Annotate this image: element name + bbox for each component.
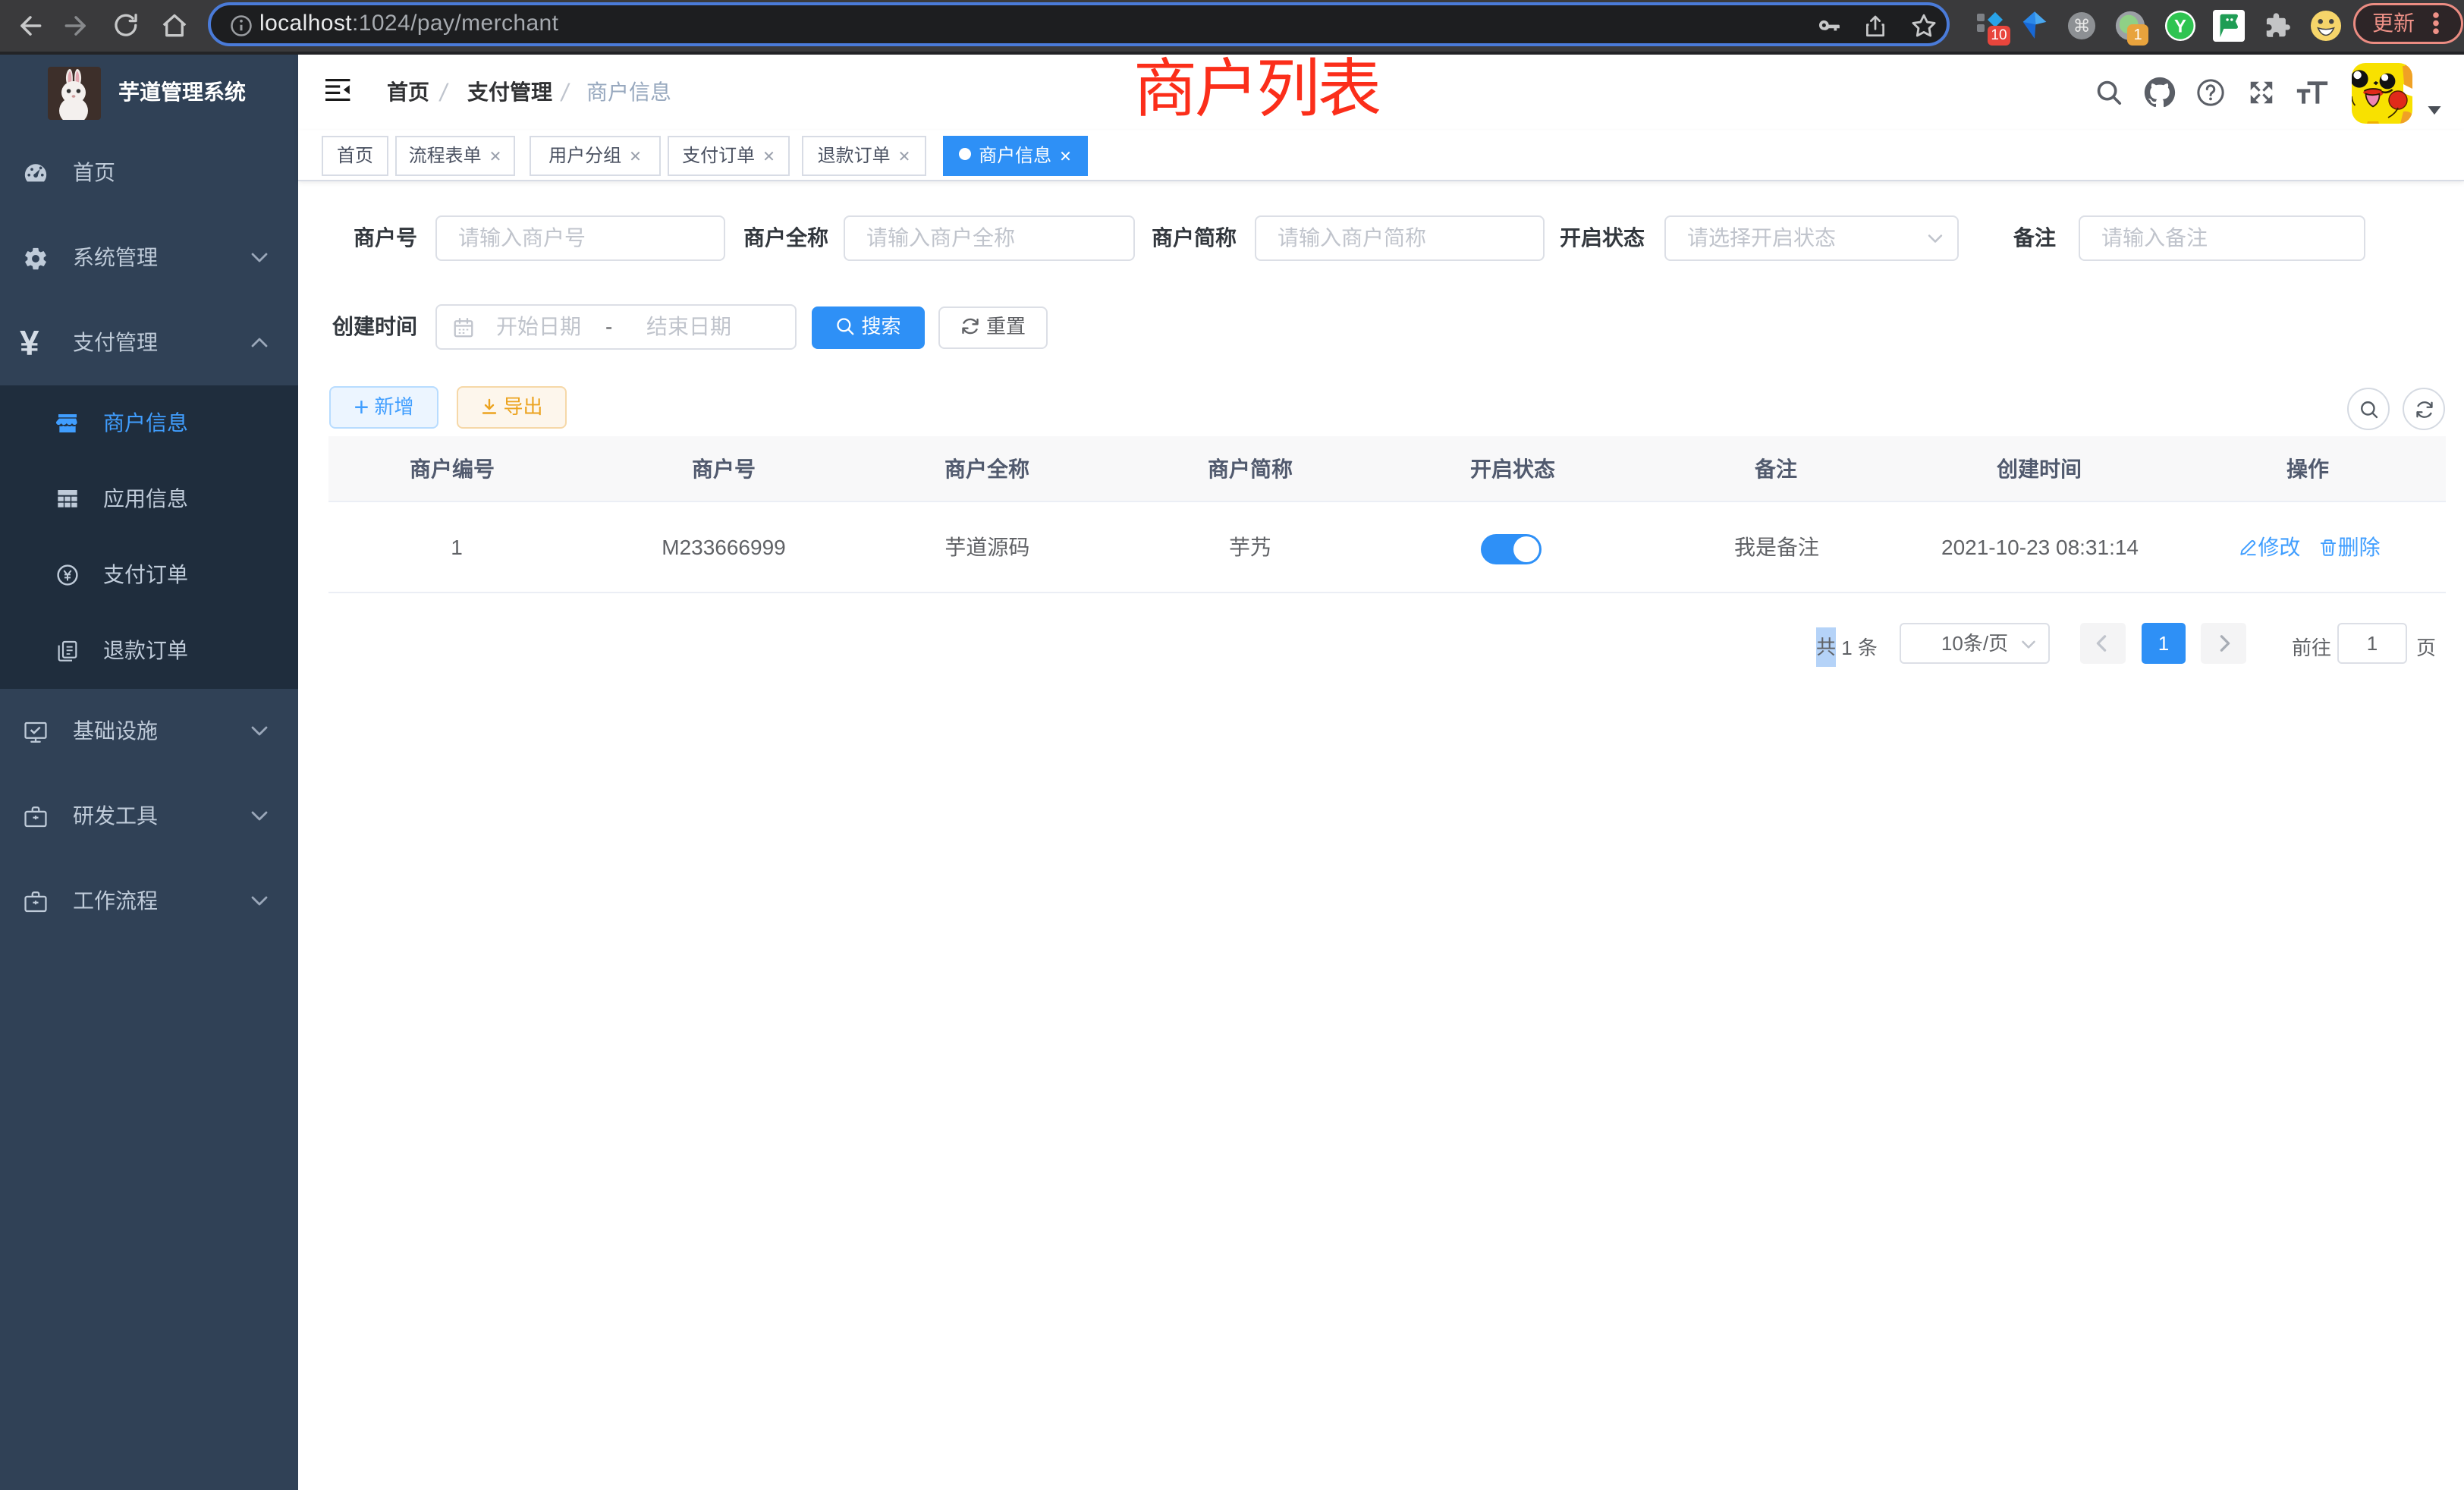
- svg-text:⌘: ⌘: [2073, 16, 2091, 36]
- svg-text:Y: Y: [2174, 16, 2186, 36]
